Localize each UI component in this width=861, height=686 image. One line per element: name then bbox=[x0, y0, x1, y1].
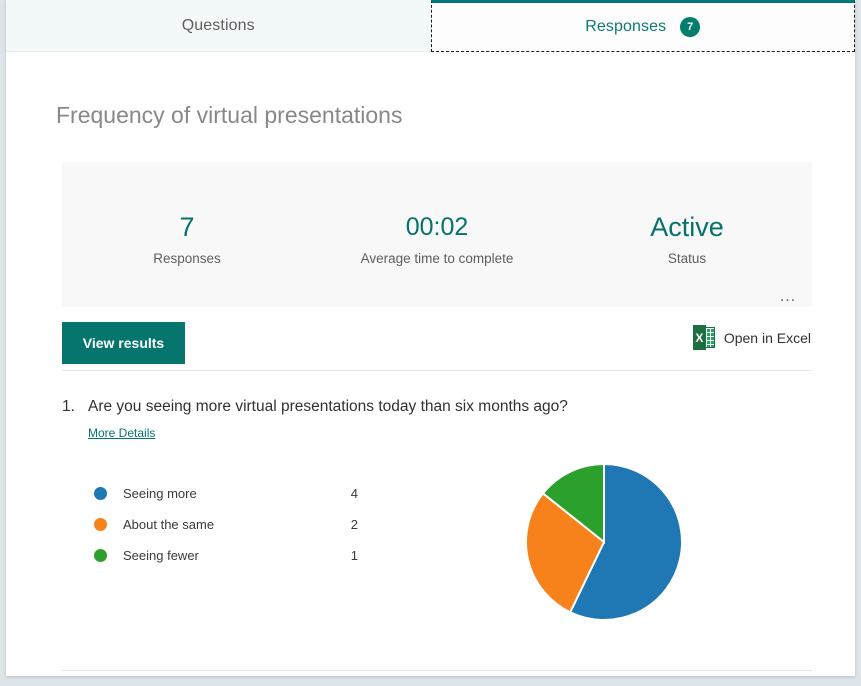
forms-window: Questions Responses 7 Frequency of virtu… bbox=[6, 0, 855, 676]
excel-icon: X bbox=[693, 325, 715, 350]
legend-color-swatch-1 bbox=[94, 518, 107, 531]
tab-questions[interactable]: Questions bbox=[6, 0, 431, 52]
summary-stats-panel: 7 Responses 00:02 Average time to comple… bbox=[62, 162, 812, 307]
stat-responses-label: Responses bbox=[62, 251, 312, 266]
legend-item: Seeing fewer 1 bbox=[94, 540, 374, 571]
pie-chart-svg bbox=[524, 462, 684, 622]
view-results-button[interactable]: View results bbox=[62, 322, 185, 364]
stat-responses-value: 7 bbox=[62, 212, 312, 242]
stat-average-time: 00:02 Average time to complete bbox=[312, 212, 562, 266]
legend-label-1: About the same bbox=[123, 517, 328, 532]
legend-item: About the same 2 bbox=[94, 509, 374, 540]
excel-icon-grid bbox=[705, 327, 715, 348]
more-details-link[interactable]: More Details bbox=[88, 426, 155, 440]
more-options-icon[interactable]: … bbox=[779, 289, 798, 303]
tab-questions-label: Questions bbox=[182, 17, 255, 35]
tab-responses[interactable]: Responses 7 bbox=[431, 0, 856, 52]
legend-color-swatch-2 bbox=[94, 549, 107, 562]
pie-chart bbox=[524, 462, 684, 622]
question-block: 1. Are you seeing more virtual presentat… bbox=[62, 398, 812, 652]
legend-item: Seeing more 4 bbox=[94, 478, 374, 509]
divider-above-question bbox=[62, 370, 812, 371]
legend-label-2: Seeing fewer bbox=[123, 548, 328, 563]
question-number: 1. bbox=[62, 398, 88, 416]
stat-average-time-label: Average time to complete bbox=[312, 251, 562, 266]
page-title: Frequency of virtual presentations bbox=[56, 102, 402, 129]
stat-status-label: Status bbox=[562, 251, 812, 266]
tab-bar: Questions Responses 7 bbox=[6, 0, 855, 52]
stat-status: Active Status bbox=[562, 212, 812, 266]
question-text: Are you seeing more virtual presentation… bbox=[88, 398, 568, 416]
stat-responses: 7 Responses bbox=[62, 212, 312, 266]
chart-legend: Seeing more 4 About the same 2 Seeing fe… bbox=[94, 478, 374, 571]
legend-count-0: 4 bbox=[328, 486, 358, 501]
legend-count-1: 2 bbox=[328, 517, 358, 532]
legend-color-swatch-0 bbox=[94, 487, 107, 500]
stat-status-value: Active bbox=[562, 212, 812, 242]
question-heading: 1. Are you seeing more virtual presentat… bbox=[62, 398, 812, 416]
pie-slices bbox=[526, 464, 682, 620]
question-results: Seeing more 4 About the same 2 Seeing fe… bbox=[62, 462, 812, 652]
tab-responses-label: Responses bbox=[585, 18, 666, 36]
stat-average-time-value: 00:02 bbox=[312, 212, 562, 242]
legend-count-2: 1 bbox=[328, 548, 358, 563]
open-in-excel-label: Open in Excel bbox=[724, 330, 811, 346]
legend-label-0: Seeing more bbox=[123, 486, 328, 501]
open-in-excel-button[interactable]: X Open in Excel bbox=[693, 325, 811, 350]
actions-row: View results X Open in Excel bbox=[62, 322, 812, 368]
summary-stats-row: 7 Responses 00:02 Average time to comple… bbox=[62, 212, 812, 266]
divider-below-question bbox=[62, 670, 812, 671]
responses-count-badge: 7 bbox=[680, 17, 700, 37]
